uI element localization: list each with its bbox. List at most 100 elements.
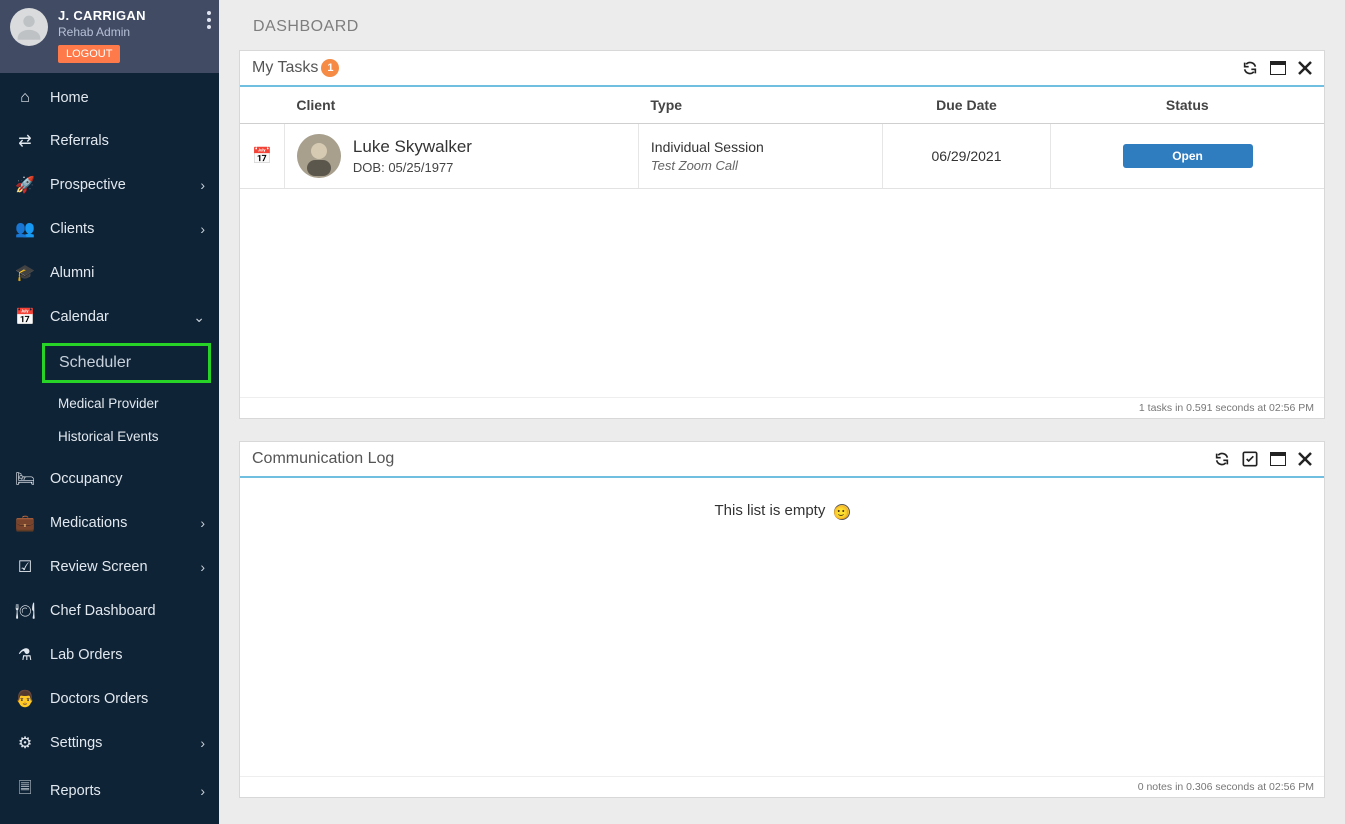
bed-icon: 🛏 (14, 469, 36, 489)
nav-label: Medications (50, 515, 127, 531)
refresh-icon[interactable] (1214, 451, 1230, 467)
report-icon: 🗏 (14, 777, 36, 804)
calendar-check-icon: 📅 (252, 148, 272, 165)
empty-text: This list is empty (714, 502, 825, 519)
commlog-footer: 0 notes in 0.306 seconds at 02:56 PM (240, 776, 1324, 797)
gears-icon: ⚙ (14, 733, 36, 753)
refresh-icon[interactable] (1242, 60, 1258, 76)
nav-doctors[interactable]: 👨Doctors Orders (0, 677, 219, 721)
col-status: Status (1051, 87, 1324, 124)
nav-chef[interactable]: 🍽 Chef Dashboard (0, 589, 219, 633)
calendar-plus-icon: 📅 (14, 307, 36, 327)
nav-label: Scheduler (59, 354, 131, 371)
nav-calendar[interactable]: 📅 Calendar ⌄ (0, 295, 219, 339)
nav-label: Home (50, 90, 89, 106)
nav-occupancy[interactable]: 🛏 Occupancy (0, 457, 219, 501)
nav-label: Referrals (50, 133, 109, 149)
nav-label: Medical Provider (58, 396, 159, 411)
nav-review[interactable]: ☑ Review Screen › (0, 545, 219, 589)
nav-settings[interactable]: ⚙ Settings › (0, 721, 219, 765)
chevron-down-icon: ⌄ (193, 309, 205, 326)
maximize-icon[interactable] (1270, 60, 1286, 76)
close-icon[interactable] (1298, 60, 1312, 76)
nav-label: Alumni (50, 265, 94, 281)
nav-referrals[interactable]: ⇄ Referrals (0, 119, 219, 163)
nav-prospective[interactable]: 🚀Prospective› (0, 163, 219, 207)
maximize-icon[interactable] (1270, 451, 1286, 467)
user-info: J. CARRIGAN Rehab Admin LOGOUT (58, 8, 146, 63)
close-icon[interactable] (1298, 451, 1312, 467)
chevron-right-icon: › (200, 559, 205, 575)
table-row[interactable]: 📅 Luke Skywalker DOB: 05/25/1977 Individ… (240, 124, 1324, 189)
nav-home[interactable]: ⌂ Home (0, 77, 219, 119)
nav-reports[interactable]: 🗏 Reports › (0, 765, 219, 816)
home-icon: ⌂ (14, 89, 36, 107)
doctor-icon: 👨 (14, 689, 36, 709)
task-subtype: Test Zoom Call (651, 158, 870, 173)
empty-message: This list is empty (240, 478, 1324, 543)
nav-medical-provider[interactable]: Medical Provider (0, 387, 219, 420)
col-type: Type (638, 87, 882, 124)
logout-button[interactable]: LOGOUT (58, 45, 120, 63)
nav-label: Prospective (50, 177, 126, 193)
main: DASHBOARD My Tasks 1 Client Type Due Dat… (219, 0, 1345, 824)
utensils-icon: 🍽 (14, 601, 36, 621)
open-button[interactable]: Open (1123, 144, 1253, 168)
briefcase-icon: 💼 (14, 513, 36, 533)
nav-label: Chef Dashboard (50, 603, 156, 619)
nav-label: Settings (50, 735, 102, 751)
check-icon[interactable] (1242, 451, 1258, 467)
nav-medications[interactable]: 💼 Medications › (0, 501, 219, 545)
nav-label: Historical Events (58, 429, 159, 444)
chevron-right-icon: › (200, 515, 205, 531)
nav-label: Review Screen (50, 559, 148, 575)
col-client: Client (284, 87, 638, 124)
client-photo (297, 134, 341, 178)
shuffle-icon: ⇄ (14, 131, 36, 151)
nav-label: Clients (50, 221, 94, 237)
users-icon: 👥 (14, 219, 36, 239)
chevron-right-icon: › (200, 735, 205, 751)
client-dob: DOB: 05/25/1977 (353, 160, 472, 175)
nav-label: Calendar (50, 309, 109, 325)
user-menu-icon[interactable] (207, 8, 211, 32)
nav-historical-events[interactable]: Historical Events (0, 420, 219, 453)
task-type: Individual Session (651, 139, 870, 155)
user-role: Rehab Admin (58, 25, 146, 39)
nav-label: Lab Orders (50, 647, 123, 663)
nav-alumni[interactable]: 🎓 Alumni (0, 251, 219, 295)
nav-clients[interactable]: 👥 Clients › (0, 207, 219, 251)
task-due: 06/29/2021 (882, 124, 1050, 189)
sidebar: J. CARRIGAN Rehab Admin LOGOUT ⌂ Home ⇄ Re… (0, 0, 219, 824)
avatar (10, 8, 48, 46)
nav-lab[interactable]: ⚗ Lab Orders (0, 633, 219, 677)
checkbox-icon: ☑ (14, 557, 36, 577)
chevron-right-icon: › (200, 177, 205, 193)
nav2: 🛏 Occupancy 💼 Medications › ☑ Review Screen ›… (0, 457, 219, 816)
panel-title: My Tasks (252, 59, 318, 77)
panel-title: Communication Log (252, 450, 394, 468)
user-block: J. CARRIGAN Rehab Admin LOGOUT (0, 0, 219, 73)
panel-my-tasks: My Tasks 1 Client Type Due Date Status (239, 50, 1325, 419)
chevron-right-icon: › (200, 783, 205, 799)
panel-tools (1242, 60, 1312, 76)
chevron-right-icon: › (200, 221, 205, 237)
page-title: DASHBOARD (253, 18, 1325, 36)
tasks-table: Client Type Due Date Status 📅 Luke Skywa… (240, 87, 1324, 189)
user-name: J. CARRIGAN (58, 8, 146, 23)
user-icon (12, 10, 46, 44)
nav-scheduler[interactable]: Scheduler (42, 343, 211, 383)
nav: ⌂Home ⇄Referrals 🚀Prospective› 👥Clients›… (0, 77, 219, 339)
panel-tools (1214, 451, 1312, 467)
nav-label: Occupancy (50, 471, 123, 487)
flask-icon: ⚗ (14, 645, 36, 665)
smiley-icon (834, 504, 850, 520)
graduation-icon: 🎓 (14, 263, 36, 283)
client-name: Luke Skywalker (353, 137, 472, 157)
task-count-badge: 1 (321, 59, 339, 77)
tasks-footer: 1 tasks in 0.591 seconds at 02:56 PM (240, 397, 1324, 418)
calendar-submenu: Scheduler Medical Provider Historical Ev… (0, 339, 219, 453)
nav-label: Reports (50, 783, 101, 799)
panel-communication-log: Communication Log This list is empty 0 n… (239, 441, 1325, 798)
panel-header: Communication Log (240, 442, 1324, 478)
